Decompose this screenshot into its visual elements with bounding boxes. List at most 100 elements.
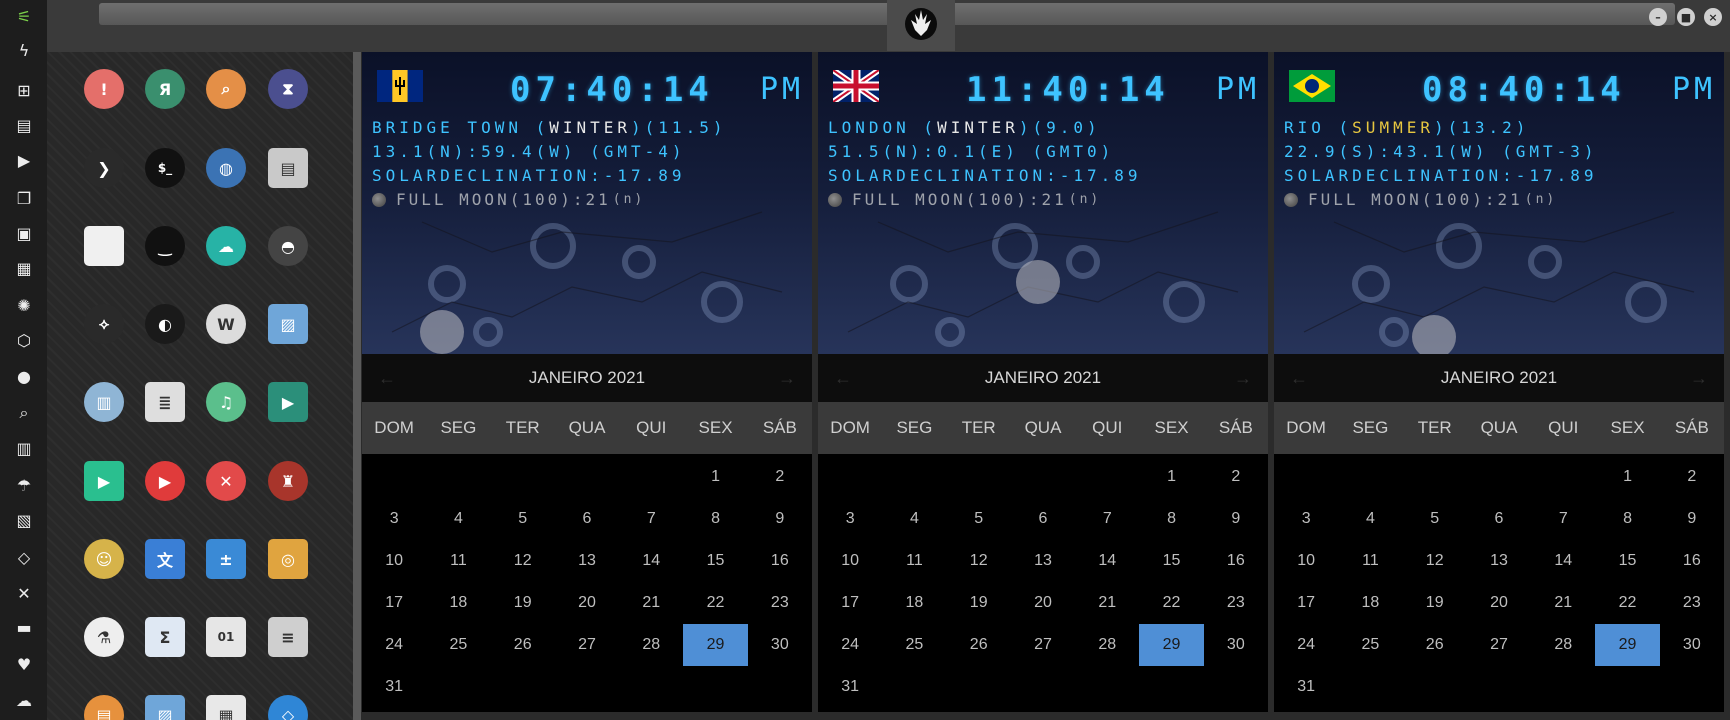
calendar-day-26[interactable]: 26 bbox=[491, 624, 555, 666]
calendar-day-24[interactable]: 24 bbox=[818, 624, 882, 666]
calendar-day-13[interactable]: 13 bbox=[1011, 540, 1075, 582]
app-text-editor-icon[interactable]: ≡ bbox=[268, 617, 308, 657]
app-chemistry-icon[interactable]: ⚗ bbox=[84, 617, 124, 657]
youtube-icon[interactable]: ▬ bbox=[13, 617, 35, 639]
calendar-day-2[interactable]: 2 bbox=[1660, 456, 1724, 498]
minimize-button[interactable]: – bbox=[1649, 8, 1667, 26]
calendar-day-29[interactable]: 29 bbox=[1139, 624, 1204, 666]
calendar-day-12[interactable]: 12 bbox=[1403, 540, 1467, 582]
calendar-day-3[interactable]: 3 bbox=[362, 498, 426, 540]
calendar-day-11[interactable]: 11 bbox=[426, 540, 490, 582]
calendar-day-13[interactable]: 13 bbox=[555, 540, 619, 582]
calendar-day-2[interactable]: 2 bbox=[748, 456, 812, 498]
app-player-icon[interactable]: ▶ bbox=[84, 461, 124, 501]
map-icon[interactable]: ▥ bbox=[13, 438, 35, 460]
app-hourglass-icon[interactable]: ⧗ bbox=[268, 69, 308, 109]
calendar-day-19[interactable]: 19 bbox=[1403, 582, 1467, 624]
calendar-day-13[interactable]: 13 bbox=[1467, 540, 1531, 582]
contacts-icon[interactable]: ▧ bbox=[13, 510, 35, 532]
calendar-day-27[interactable]: 27 bbox=[1467, 624, 1531, 666]
calendar-day-23[interactable]: 23 bbox=[748, 582, 812, 624]
calendar-day-29[interactable]: 29 bbox=[1595, 624, 1660, 666]
calendar-day-18[interactable]: 18 bbox=[882, 582, 946, 624]
calendar-day-9[interactable]: 9 bbox=[748, 498, 812, 540]
app-console-icon[interactable]: $_ bbox=[145, 148, 185, 188]
calendar-day-4[interactable]: 4 bbox=[1338, 498, 1402, 540]
calendar-day-19[interactable]: 19 bbox=[491, 582, 555, 624]
image-icon[interactable]: ▣ bbox=[13, 223, 35, 245]
calendar-day-1[interactable]: 1 bbox=[1139, 456, 1203, 498]
calendar-day-10[interactable]: 10 bbox=[1274, 540, 1338, 582]
app-presentation-icon[interactable]: ▦ bbox=[206, 695, 246, 720]
app-search-icon[interactable]: ⌕ bbox=[206, 69, 246, 109]
calendar-day-30[interactable]: 30 bbox=[1660, 624, 1724, 666]
app-close-app-icon[interactable]: ✕ bbox=[206, 461, 246, 501]
prev-month-icon[interactable]: ← bbox=[378, 368, 396, 389]
search-icon[interactable]: ⌕ bbox=[13, 402, 35, 424]
app-warning-icon[interactable]: ! bbox=[84, 69, 124, 109]
calendar-day-4[interactable]: 4 bbox=[426, 498, 490, 540]
calendar-day-9[interactable]: 9 bbox=[1660, 498, 1724, 540]
calendar-day-16[interactable]: 16 bbox=[1204, 540, 1268, 582]
app-window-icon[interactable] bbox=[84, 226, 124, 266]
calendar-day-3[interactable]: 3 bbox=[1274, 498, 1338, 540]
app-web-browser-icon[interactable]: ◍ bbox=[206, 148, 246, 188]
calendar-day-23[interactable]: 23 bbox=[1660, 582, 1724, 624]
calendar-day-29[interactable]: 29 bbox=[683, 624, 748, 666]
app-terminal-arrow-icon[interactable]: ❯ bbox=[84, 148, 124, 188]
calendar-day-25[interactable]: 25 bbox=[426, 624, 490, 666]
calendar-day-31[interactable]: 31 bbox=[1274, 666, 1338, 708]
calendar-day-9[interactable]: 9 bbox=[1204, 498, 1268, 540]
calendar-day-11[interactable]: 11 bbox=[1338, 540, 1402, 582]
calendar-day-6[interactable]: 6 bbox=[1467, 498, 1531, 540]
news-icon[interactable]: ▦ bbox=[13, 258, 35, 280]
play-icon[interactable]: ▶ bbox=[13, 150, 35, 172]
next-month-icon[interactable]: → bbox=[1690, 368, 1708, 389]
calendar-day-10[interactable]: 10 bbox=[818, 540, 882, 582]
calendar-day-18[interactable]: 18 bbox=[1338, 582, 1402, 624]
globe-icon[interactable]: ● bbox=[13, 366, 35, 388]
calendar-day-16[interactable]: 16 bbox=[748, 540, 812, 582]
app-starfleet-icon[interactable]: ⟡ bbox=[84, 304, 124, 344]
app-sigma-icon[interactable]: Σ bbox=[145, 617, 185, 657]
calendar-day-28[interactable]: 28 bbox=[1531, 624, 1595, 666]
calendar-day-31[interactable]: 31 bbox=[362, 666, 426, 708]
app-yandex-icon[interactable]: Я bbox=[145, 69, 185, 109]
calendar-day-14[interactable]: 14 bbox=[1075, 540, 1139, 582]
calendar-day-17[interactable]: 17 bbox=[1274, 582, 1338, 624]
calendar-day-7[interactable]: 7 bbox=[619, 498, 683, 540]
app-photos-icon[interactable]: ◎ bbox=[268, 539, 308, 579]
app-music-icon[interactable]: ♫ bbox=[206, 382, 246, 422]
calendar-day-10[interactable]: 10 bbox=[362, 540, 426, 582]
calendar-day-17[interactable]: 17 bbox=[362, 582, 426, 624]
app-binary-icon[interactable]: 01 bbox=[206, 617, 246, 657]
close-button[interactable]: × bbox=[1704, 8, 1722, 26]
app-wikipedia-icon[interactable]: W bbox=[206, 304, 246, 344]
app-youtube-icon[interactable]: ▶ bbox=[145, 461, 185, 501]
app-video-icon[interactable]: ▶ bbox=[268, 382, 308, 422]
calendar-day-27[interactable]: 27 bbox=[1011, 624, 1075, 666]
hexagon-icon[interactable]: ⬡ bbox=[13, 330, 35, 352]
calendar-day-5[interactable]: 5 bbox=[1403, 498, 1467, 540]
calendar-day-7[interactable]: 7 bbox=[1531, 498, 1595, 540]
rebel-icon[interactable]: ✺ bbox=[13, 295, 35, 317]
app-document-icon[interactable]: ▤ bbox=[84, 695, 124, 720]
archive-icon[interactable]: ▤ bbox=[13, 115, 35, 137]
app-world-map-icon[interactable]: ▨ bbox=[268, 304, 308, 344]
calendar-day-24[interactable]: 24 bbox=[362, 624, 426, 666]
calendar-day-17[interactable]: 17 bbox=[818, 582, 882, 624]
calendar-day-8[interactable]: 8 bbox=[1139, 498, 1203, 540]
app-iron-man-icon[interactable]: ♜ bbox=[268, 461, 308, 501]
app-image-viewer-icon[interactable]: ▨ bbox=[145, 695, 185, 720]
calendar-day-16[interactable]: 16 bbox=[1660, 540, 1724, 582]
calendar-day-20[interactable]: 20 bbox=[1011, 582, 1075, 624]
app-cloud-lock-icon[interactable]: ☁ bbox=[206, 226, 246, 266]
calendar-day-20[interactable]: 20 bbox=[1467, 582, 1531, 624]
calendar-day-15[interactable]: 15 bbox=[683, 540, 747, 582]
calendar-day-8[interactable]: 8 bbox=[683, 498, 747, 540]
map-book-icon[interactable]: ❐ bbox=[13, 188, 35, 210]
calendar-day-22[interactable]: 22 bbox=[683, 582, 747, 624]
next-month-icon[interactable]: → bbox=[1234, 368, 1252, 389]
app-library-icon[interactable]: ▥ bbox=[84, 382, 124, 422]
calendar-day-22[interactable]: 22 bbox=[1139, 582, 1203, 624]
